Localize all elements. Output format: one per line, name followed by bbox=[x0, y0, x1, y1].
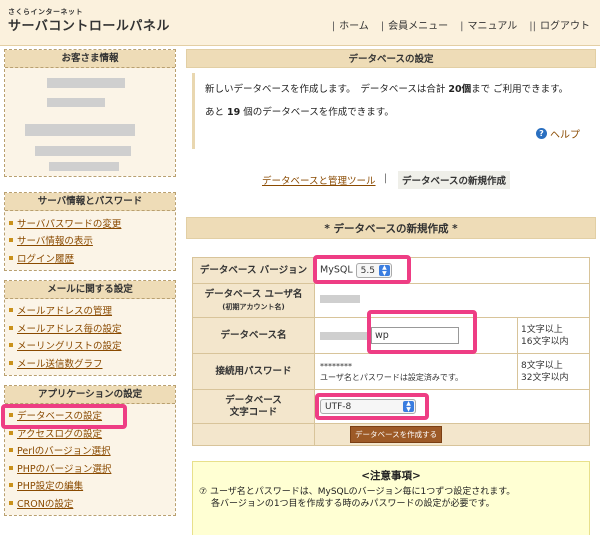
nav-manual-link[interactable]: | マニュアル bbox=[460, 17, 517, 32]
sidebar-item-mailing-list[interactable]: メーリングリストの設定 bbox=[9, 337, 171, 355]
charset-label: データベース 文字コード bbox=[192, 389, 315, 424]
sidebar: お客さま情報 サーバ情報とパスワード サーバパスワードの変更 サーバ情報の表示 … bbox=[1, 49, 176, 525]
bullet-icon bbox=[9, 483, 13, 488]
customer-info-panel: お客さま情報 bbox=[4, 49, 176, 177]
blurred-prefix bbox=[320, 331, 368, 340]
bullet-icon bbox=[9, 500, 13, 505]
blurred-info bbox=[47, 78, 125, 88]
name-note: 1文字以上 16文字以内 bbox=[517, 317, 590, 354]
section-title: * データベースの新規作成 * bbox=[186, 217, 596, 239]
help-icon: ? bbox=[536, 128, 547, 139]
nav-logout-link[interactable]: || ログアウト bbox=[529, 17, 590, 32]
customer-info-body bbox=[5, 68, 175, 176]
create-database-button[interactable]: データベースを作成する bbox=[350, 426, 443, 443]
sidebar-item-mail-settings[interactable]: メールアドレス毎の設定 bbox=[9, 319, 171, 337]
notice-box: <注意事項> ⑦ ユーザ名とパスワードは、MySQLのバージョン毎に1つずつ設定… bbox=[192, 461, 590, 535]
tab-database-tools[interactable]: データベースと管理ツール bbox=[262, 173, 376, 187]
select-arrows-icon: ▲ ▼ bbox=[378, 265, 390, 276]
user-sublabel: (初期アカウント名) bbox=[222, 302, 285, 311]
brand-title: サーバコントロールパネル bbox=[8, 19, 170, 34]
blurred-info bbox=[49, 162, 119, 171]
sidebar-item-php-settings[interactable]: PHP設定の編集 bbox=[9, 477, 171, 495]
top-nav: | ホーム | 会員メニュー | マニュアル || ログアウト bbox=[320, 17, 590, 32]
main-content: データベースの設定 新しいデータベースを作成します。 データベースは合計 20個… bbox=[186, 49, 596, 535]
nav-home-link[interactable]: | ホーム bbox=[332, 17, 369, 32]
notice-line-2: 各バージョンの1つ目を作成する時のみパスワードの設定が必要です。 bbox=[211, 499, 495, 509]
bullet-icon bbox=[9, 325, 13, 330]
subnav: データベースと管理ツール | データベースの新規作成 bbox=[186, 171, 596, 189]
sidebar-item-mail-graph[interactable]: メール送信数グラフ bbox=[9, 354, 171, 372]
version-select[interactable]: 5.5 ▲ ▼ bbox=[355, 263, 392, 278]
tab-new-database[interactable]: データベースの新規作成 bbox=[398, 171, 511, 189]
sidebar-item-cron[interactable]: CRONの設定 bbox=[9, 494, 171, 512]
app-panel: アプリケーションの設定 データベースの設定 アクセスログの設定 Perlのバージ… bbox=[1, 384, 176, 516]
mail-panel: メールに関する設定 メールアドレスの管理 メールアドレス毎の設定 メーリングリス… bbox=[4, 279, 176, 376]
password-cell: ******** ユーザ名とパスワードは設定済みです。 bbox=[314, 353, 518, 390]
info-box: 新しいデータベースを作成します。 データベースは合計 20個まで ご利用できます… bbox=[192, 73, 590, 149]
version-db-name: MySQL bbox=[320, 264, 353, 276]
sidebar-item-database[interactable]: データベースの設定 bbox=[9, 407, 171, 425]
blurred-info bbox=[47, 98, 105, 107]
sidebar-item-mail-address[interactable]: メールアドレスの管理 bbox=[9, 302, 171, 320]
create-database-form: データベース バージョン MySQL 5.5 ▲ ▼ データベース ユーザ名 (初期… bbox=[192, 255, 590, 446]
bullet-icon bbox=[9, 343, 13, 348]
bullet-icon bbox=[9, 238, 13, 243]
sidebar-item-server-password[interactable]: サーバパスワードの変更 bbox=[9, 214, 171, 232]
bullet-icon bbox=[9, 465, 13, 470]
sidebar-item-perl-version[interactable]: Perlのバージョン選択 bbox=[9, 442, 171, 460]
user-cell bbox=[314, 283, 590, 318]
blurred-info bbox=[35, 146, 131, 156]
charset-cell: UTF-8 ▲ ▼ bbox=[314, 389, 590, 424]
mail-panel-title: メールに関する設定 bbox=[5, 280, 175, 299]
submit-cell: データベースを作成する bbox=[314, 423, 590, 446]
notice-title: <注意事項> bbox=[361, 470, 421, 482]
submit-row-spacer bbox=[192, 423, 315, 446]
bullet-icon bbox=[9, 255, 13, 260]
password-value: ******** bbox=[320, 361, 352, 371]
sidebar-item-access-log[interactable]: アクセスログの設定 bbox=[9, 424, 171, 442]
bullet-icon bbox=[9, 360, 13, 365]
bullet-icon bbox=[9, 430, 13, 435]
info-line-remaining: あと 19 個のデータベースを作成できます。 bbox=[205, 107, 394, 118]
password-hint: ユーザ名とパスワードは設定済みです。 bbox=[320, 372, 464, 382]
nav-member-menu-link[interactable]: | 会員メニュー bbox=[381, 17, 448, 32]
app-panel-title: アプリケーションの設定 bbox=[5, 385, 175, 404]
select-arrows-icon: ▲ ▼ bbox=[403, 401, 414, 412]
server-panel-title: サーバ情報とパスワード bbox=[5, 193, 175, 211]
name-cell: wp bbox=[314, 310, 518, 354]
help-link[interactable]: ? ヘルプ bbox=[536, 126, 580, 141]
sidebar-item-php-version[interactable]: PHPのバージョン選択 bbox=[9, 459, 171, 477]
password-note: 8文字以上 32文字以内 bbox=[517, 353, 590, 390]
blurred-info bbox=[25, 124, 135, 136]
help-label[interactable]: ヘルプ bbox=[550, 126, 580, 141]
notice-line-1: ⑦ ユーザ名とパスワードは、MySQLのバージョン毎に1つずつ設定されます。 bbox=[199, 487, 516, 497]
bullet-icon bbox=[9, 448, 13, 453]
version-label: データベース バージョン bbox=[192, 257, 315, 284]
header: さくらインターネット サーバコントロールパネル | ホーム | 会員メニュー | マニ… bbox=[0, 0, 600, 46]
bullet-icon bbox=[9, 220, 13, 225]
server-panel: サーバ情報とパスワード サーバパスワードの変更 サーバ情報の表示 ログイン履歴 bbox=[4, 192, 176, 271]
password-label: 接続用パスワード bbox=[192, 353, 315, 390]
database-name-input[interactable]: wp bbox=[371, 327, 460, 344]
sidebar-item-server-info[interactable]: サーバ情報の表示 bbox=[9, 232, 171, 250]
blurred-username bbox=[320, 295, 360, 303]
page-title: データベースの設定 bbox=[186, 49, 596, 68]
user-label: データベース ユーザ名 (初期アカウント名) bbox=[192, 283, 315, 318]
bullet-icon bbox=[9, 413, 13, 418]
tab-separator: | bbox=[384, 173, 388, 184]
bullet-icon bbox=[9, 308, 13, 313]
charset-select[interactable]: UTF-8 ▲ ▼ bbox=[320, 399, 416, 414]
info-line-total: 新しいデータベースを作成します。 データベースは合計 20個まで ご利用できます… bbox=[205, 84, 569, 95]
sidebar-item-login-history[interactable]: ログイン履歴 bbox=[9, 249, 171, 267]
customer-info-title: お客さま情報 bbox=[5, 50, 175, 68]
version-cell: MySQL 5.5 ▲ ▼ bbox=[313, 255, 590, 284]
name-label: データベース名 bbox=[192, 317, 315, 354]
